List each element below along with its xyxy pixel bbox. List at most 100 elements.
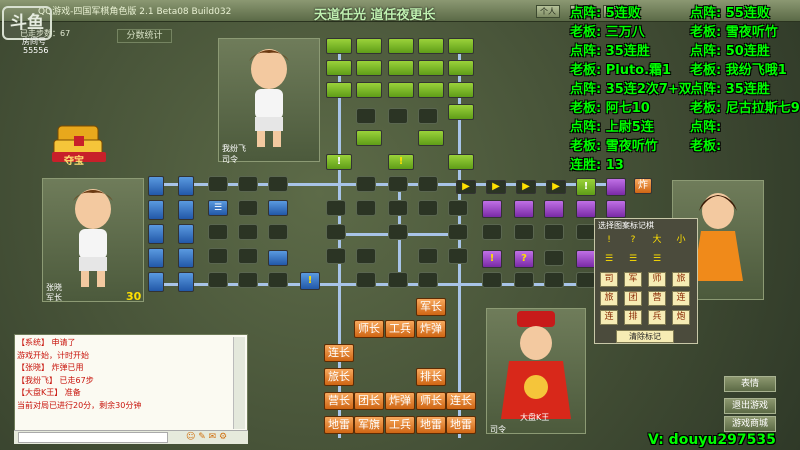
empty-slot: [388, 200, 408, 216]
empty-slot: [448, 248, 468, 264]
mark-option-row2-2[interactable]: ☰: [648, 253, 666, 268]
empty-slot: [208, 272, 228, 288]
piece-gongbing-2[interactable]: 工兵: [385, 416, 415, 434]
piece-lianzhang[interactable]: 连长: [324, 344, 354, 362]
empty-slot: [514, 224, 534, 240]
empty-slot: [238, 176, 258, 192]
piece-lianzhang-2[interactable]: 连长: [446, 392, 476, 410]
empty-slot: [418, 272, 438, 288]
empty-slot: [388, 108, 408, 124]
treasure-label: 夺宝: [64, 156, 84, 167]
mark-option-row4-1[interactable]: 团: [624, 291, 642, 306]
green-piece: [448, 104, 474, 120]
mark-option-row3-0[interactable]: 司: [600, 272, 618, 287]
clear-marks-button[interactable]: 清除标记: [616, 330, 674, 343]
green-piece: !: [326, 154, 352, 170]
mark-option-row3-2[interactable]: 师: [648, 272, 666, 287]
game-shop-button[interactable]: 游戏商城: [724, 416, 776, 432]
piece-junqi[interactable]: 军旗: [354, 416, 384, 434]
overlay-left-line: 点阵: 35连2次7+双: [570, 82, 692, 97]
piece-lvzhang[interactable]: 旅长: [324, 368, 354, 386]
purple-piece: !: [482, 250, 502, 268]
mark-option-row1-0[interactable]: !: [600, 234, 618, 249]
green-piece: [326, 38, 352, 54]
mark-option-row5-2[interactable]: 兵: [648, 310, 666, 325]
green-piece: !: [576, 178, 596, 196]
emoji-icon[interactable]: ☺ ✎ ✉ ⚙: [186, 432, 227, 442]
green-piece: [448, 154, 474, 170]
arrow-marker: ▶: [546, 180, 566, 194]
leave-game-button[interactable]: 退出游戏: [724, 398, 776, 414]
green-piece: [388, 82, 414, 98]
mark-option-row4-3[interactable]: 连: [672, 291, 690, 306]
empty-slot: [356, 108, 376, 124]
overlay-right-line: 老板: 尼古拉斯七9: [690, 101, 800, 116]
piece-tuanzhang[interactable]: 团长: [354, 392, 384, 410]
piece-shizhang-2[interactable]: 师长: [416, 392, 446, 410]
tab-personal[interactable]: 个人: [536, 5, 560, 18]
chat-scrollbar[interactable]: [233, 337, 245, 429]
piece-gongbing[interactable]: 工兵: [385, 320, 415, 338]
piece-zhadan-2[interactable]: 炸弹: [385, 392, 415, 410]
overlay-left-line: 老板: 阿七10: [570, 101, 650, 116]
overlay-right-line: 老板: 我纷飞哦1: [690, 63, 787, 78]
empty-slot: [418, 248, 438, 264]
green-piece: [448, 38, 474, 54]
chat-line: 游戏开始，计时开始: [17, 350, 89, 360]
mark-option-row2-1[interactable]: ☰: [624, 253, 642, 268]
purple-piece: [576, 200, 596, 218]
mark-option-row5-1[interactable]: 排: [624, 310, 642, 325]
emote-button[interactable]: 表情: [724, 376, 776, 392]
piece-yingzhang[interactable]: 营长: [324, 392, 354, 410]
mark-option-row2-3[interactable]: [672, 253, 690, 268]
blue-piece: [148, 248, 164, 268]
chat-input[interactable]: [18, 432, 168, 443]
chat-line: 当前对局已进行20分，剩余30分钟: [17, 400, 142, 410]
overlay-left-line: 老板: 雪夜听竹: [570, 139, 658, 154]
piece-dilei[interactable]: 地雷: [324, 416, 354, 434]
overlay-left-line: 点阵: 5连败: [570, 6, 641, 21]
mark-option-row3-3[interactable]: 旅: [672, 272, 690, 287]
mark-option-row5-3[interactable]: 炮: [672, 310, 690, 325]
arrow-marker: ▶: [486, 180, 506, 194]
piece-zhadan[interactable]: 炸弹: [416, 320, 446, 338]
blue-piece: [178, 248, 194, 268]
mark-option-row1-3[interactable]: 小: [672, 234, 690, 249]
watermark: V: douyu297535: [648, 432, 776, 448]
mark-option-row4-0[interactable]: 旅: [600, 291, 618, 306]
piece-junzhang[interactable]: 军长: [416, 298, 446, 316]
mark-option-row3-1[interactable]: 军: [624, 272, 642, 287]
piece-dilei-3[interactable]: 地雷: [446, 416, 476, 434]
overlay-right-line: 点阵: 35连胜: [690, 82, 770, 97]
empty-slot: [418, 108, 438, 124]
mark-option-row5-0[interactable]: 连: [600, 310, 618, 325]
empty-slot: [356, 248, 376, 264]
empty-slot: [238, 248, 258, 264]
score-stats-button[interactable]: 分数统计: [117, 29, 172, 43]
empty-slot: [326, 248, 346, 264]
empty-slot: [208, 176, 228, 192]
piece-paizhang[interactable]: 排长: [416, 368, 446, 386]
blue-piece: [148, 272, 164, 292]
blue-piece: !: [300, 272, 320, 290]
piece-dilei-2[interactable]: 地雷: [416, 416, 446, 434]
empty-slot: [356, 272, 376, 288]
blue-piece: [268, 250, 288, 266]
green-piece: [356, 82, 382, 98]
chat-line: 【我纷飞】 已走67步: [17, 375, 94, 385]
purple-piece: [606, 200, 626, 218]
empty-slot: [268, 176, 288, 192]
empty-slot: [544, 250, 564, 266]
mark-option-row1-1[interactable]: ?: [624, 234, 642, 249]
blue-piece: [178, 200, 194, 220]
mark-option-row1-2[interactable]: 大: [648, 234, 666, 249]
mark-option-row2-0[interactable]: ☰: [600, 253, 618, 268]
empty-slot: [268, 272, 288, 288]
orange-piece: 炸: [634, 178, 652, 194]
mark-option-row4-2[interactable]: 营: [648, 291, 666, 306]
green-piece: !: [388, 154, 414, 170]
chat-log: 【系统】 申请了 游戏开始，计时开始 【张晓】 炸弹已用 【我纷飞】 已走67步…: [17, 337, 232, 429]
green-piece: [326, 82, 352, 98]
piece-shizhang[interactable]: 师长: [354, 320, 384, 338]
purple-piece: [576, 250, 596, 268]
